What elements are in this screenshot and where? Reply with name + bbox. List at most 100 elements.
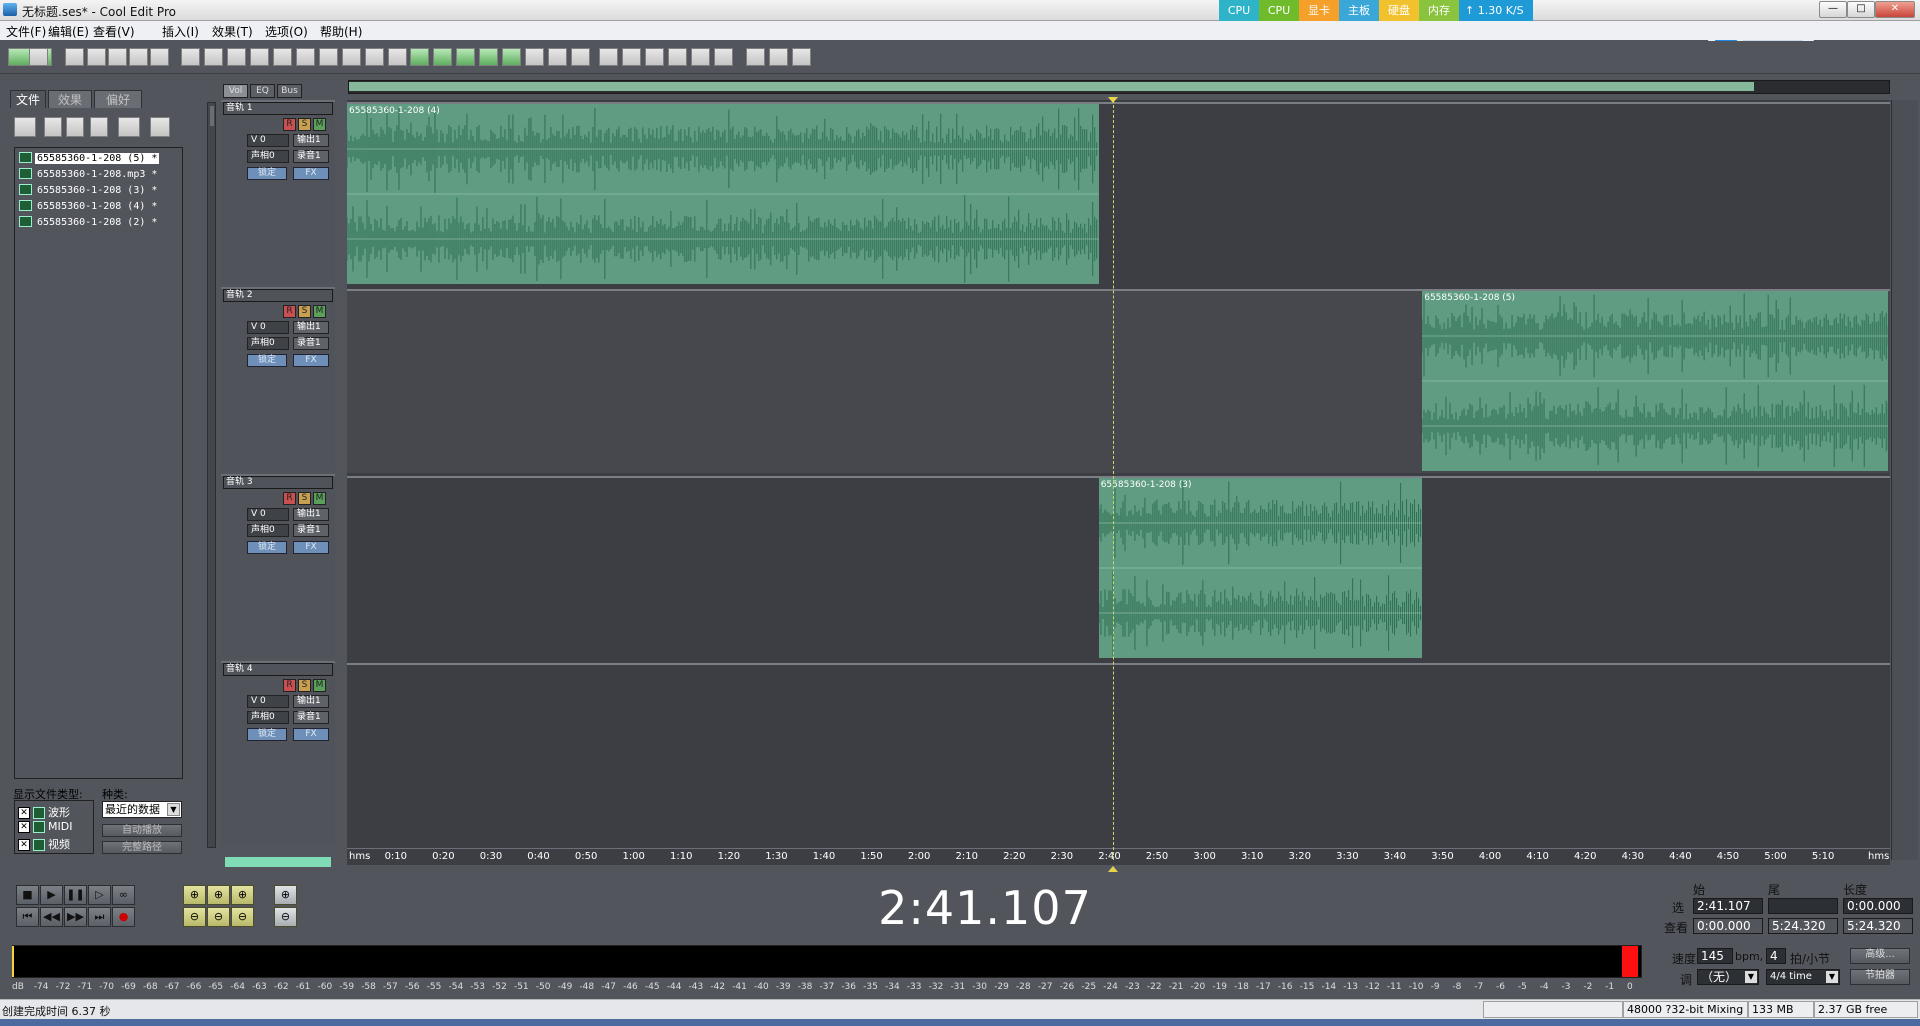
meter-clip-indicator[interactable] (1622, 946, 1638, 977)
close-button[interactable]: ✕ (1875, 1, 1915, 18)
zoom-in-button[interactable]: ⊕ (183, 885, 206, 905)
toolbar-button[interactable] (319, 48, 338, 66)
beats-field[interactable]: 4 (1766, 948, 1786, 964)
volume-field[interactable]: V 0 (247, 695, 289, 708)
track-m-button[interactable]: M (313, 118, 326, 131)
zoom-in-vertical-button[interactable]: ⊕ (274, 885, 297, 905)
type-filter-2[interactable]: ✕ 视频 (18, 836, 70, 852)
loop-button[interactable]: ∞ (112, 885, 135, 905)
fx-button[interactable]: FX (293, 167, 329, 180)
toolbar-button[interactable] (87, 48, 106, 66)
menu-item[interactable]: 编辑(E) (48, 23, 89, 40)
track-s-button[interactable]: S (298, 118, 311, 131)
toolbar-button[interactable] (622, 48, 641, 66)
pause-button[interactable]: ❚❚ (64, 885, 87, 905)
toolbar-button[interactable] (502, 48, 521, 66)
track-s-button[interactable]: S (298, 679, 311, 692)
selection-begin-field[interactable]: 2:41.107 (1693, 898, 1763, 914)
fast-forward-button[interactable]: ▶▶ (64, 907, 87, 927)
overview-bar[interactable] (348, 80, 1890, 94)
chevron-down-icon[interactable]: ▼ (167, 803, 180, 816)
auto-play-button[interactable]: 自动播放 (102, 824, 182, 837)
file-item[interactable]: 65585360-1-208 (4) * (19, 200, 159, 212)
zoom-left-button[interactable]: ⊖ (207, 907, 230, 927)
toolbar-button[interactable] (571, 48, 590, 66)
splitter-handle[interactable] (210, 106, 214, 126)
track-m-button[interactable]: M (313, 305, 326, 318)
tab-0[interactable]: 文件 (10, 90, 46, 108)
type-filter-0[interactable]: ✕ 波形 (18, 804, 70, 820)
menu-item[interactable]: 帮助(H) (320, 23, 362, 40)
toolbar-button[interactable] (548, 48, 567, 66)
track-s-button[interactable]: S (298, 492, 311, 505)
checkbox-checked[interactable]: ✕ (18, 821, 30, 833)
file-item[interactable]: 65585360-1-208.mp3 * (19, 168, 159, 180)
tab-2[interactable]: 偏好 (94, 90, 142, 108)
toolbar-button[interactable] (150, 48, 169, 66)
record-device-button[interactable]: 录音1 (293, 150, 329, 163)
toolbar-button[interactable] (65, 48, 84, 66)
pan-field[interactable]: 声相0 (247, 711, 289, 724)
playhead-top-marker[interactable] (1108, 97, 1118, 103)
toolbar-button[interactable] (388, 48, 407, 66)
pan-field[interactable]: 声相0 (247, 150, 289, 163)
menu-item[interactable]: 文件(F) (6, 23, 46, 40)
toolbar-button[interactable] (691, 48, 710, 66)
metronome-button[interactable]: 节拍器 (1850, 969, 1910, 985)
organizer-button[interactable] (90, 117, 108, 137)
toolbar-button[interactable] (525, 48, 544, 66)
track-m-button[interactable]: M (313, 492, 326, 505)
toolbar-button[interactable] (668, 48, 687, 66)
menu-item[interactable]: 选项(O) (265, 23, 308, 40)
track-lane[interactable] (347, 663, 1890, 847)
toolbar-button[interactable] (129, 48, 148, 66)
chevron-down-icon[interactable]: ▼ (1745, 971, 1757, 983)
audio-clip[interactable]: 65585360-1-208 (4) (347, 104, 1099, 284)
bpm-field[interactable]: 145 (1697, 948, 1733, 964)
pan-field[interactable]: 声相0 (247, 524, 289, 537)
rewind-button[interactable]: ◀◀ (40, 907, 63, 927)
track-name[interactable]: 音轨 1 (223, 102, 333, 115)
zoom-to-selection-button[interactable]: ⊖ (183, 907, 206, 927)
advanced-button[interactable]: 高级... (1850, 948, 1910, 964)
playhead-bottom-marker[interactable] (1108, 866, 1118, 872)
checkbox-checked[interactable]: ✕ (18, 839, 30, 851)
view-begin-field[interactable]: 0:00.000 (1693, 918, 1763, 934)
key-select[interactable]: （无） ▼ (1697, 969, 1759, 985)
fx-button[interactable]: FX (293, 728, 329, 741)
play-to-end-button[interactable]: ▷ (88, 885, 111, 905)
track-tab-2[interactable]: Bus (277, 84, 302, 98)
toolbar-button[interactable] (599, 48, 618, 66)
zoom-full-button[interactable]: ⊕ (231, 885, 254, 905)
selection-end-field[interactable] (1768, 898, 1838, 914)
file-item[interactable]: 65585360-1-208 (2) * (19, 216, 159, 228)
track-r-button[interactable]: R (283, 305, 296, 318)
go-to-start-button[interactable]: ⏮ (16, 907, 39, 927)
view-end-field[interactable]: 5:24.320 (1768, 918, 1838, 934)
track-tab-0[interactable]: Vol (223, 84, 248, 98)
time-ruler[interactable]: hms 0:10 0:20 0:30 0:40 0:50 1:00 1:10 1:20 1:30 1… (347, 848, 1890, 865)
toolbar-button[interactable] (342, 48, 361, 66)
track-s-button[interactable]: S (298, 305, 311, 318)
lock-button[interactable]: 锁定 (247, 541, 287, 554)
menu-item[interactable]: 效果(T) (212, 23, 253, 40)
toolbar-button[interactable] (479, 48, 498, 66)
track-m-button[interactable]: M (313, 679, 326, 692)
fx-button[interactable]: FX (293, 354, 329, 367)
output-button[interactable]: 输出1 (293, 695, 329, 708)
lock-button[interactable]: 锁定 (247, 354, 287, 367)
panel-splitter[interactable] (207, 102, 216, 848)
tab-1[interactable]: 效果 (48, 90, 92, 108)
kind-select[interactable]: 最近的数据 ▼ (102, 801, 182, 818)
toolbar-button[interactable] (227, 48, 246, 66)
toolbar-button[interactable] (181, 48, 200, 66)
toolbar-button[interactable] (250, 48, 269, 66)
file-item[interactable]: 65585360-1-208 (3) * (19, 184, 159, 196)
playhead-cursor[interactable] (1113, 100, 1115, 860)
record-device-button[interactable]: 录音1 (293, 524, 329, 537)
type-filter-1[interactable]: ✕ MIDI (18, 820, 72, 833)
zoom-out-button[interactable]: ⊕ (207, 885, 230, 905)
overview-visible-range[interactable] (349, 82, 1754, 91)
play-button[interactable]: ▶ (40, 885, 63, 905)
maximize-button[interactable]: □ (1847, 1, 1875, 18)
